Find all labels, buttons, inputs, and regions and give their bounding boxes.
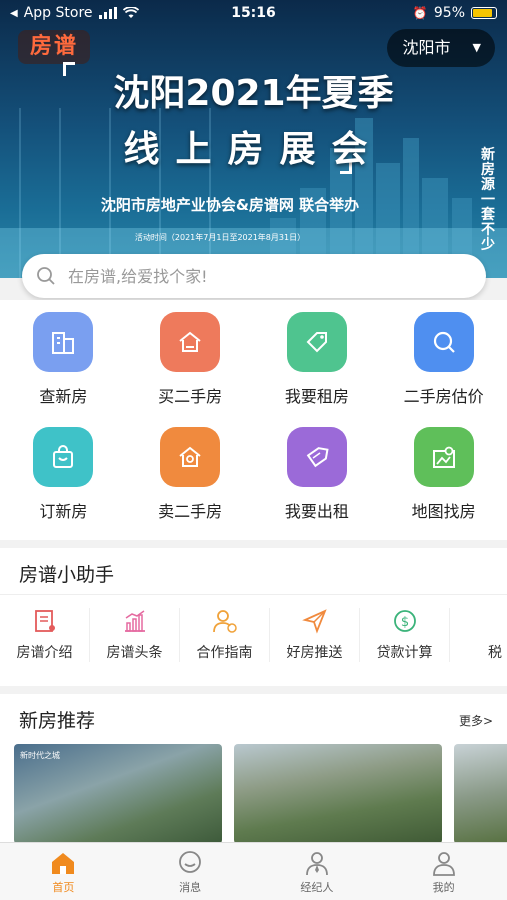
tag-icon (286, 312, 347, 372)
new-house-recommend: 新房推荐 更多> 新时代之城 (0, 694, 507, 844)
chat-bubble-icon (179, 851, 202, 873)
helper-item-label: 好房推送 (286, 645, 343, 661)
tab-label: 消息 (179, 881, 202, 894)
helper-section: 房谱小助手 房谱介绍 房谱头条 合作指南 好房推送 $ 贷款计算 税 (0, 548, 507, 686)
caret-down-icon: ▼ (472, 41, 481, 54)
battery-icon (471, 7, 497, 19)
city-label: 沈阳市 (402, 38, 451, 57)
agent-icon (305, 852, 328, 876)
banner-title-line1: 沈阳2021年夏季 (113, 73, 394, 114)
banner-side-text: 新房源一套不少 (481, 147, 495, 253)
section-title: 新房推荐 (19, 710, 96, 732)
menu-item-order-new[interactable]: 订新房 (0, 427, 127, 522)
tab-label: 经纪人 (300, 881, 334, 894)
dollar-icon: $ (393, 610, 416, 632)
house-search-icon (160, 427, 221, 487)
menu-item-label: 我要租房 (284, 387, 349, 406)
helper-item-loan[interactable]: $ 贷款计算 (360, 608, 451, 662)
card-tag: 新时代之城 (20, 751, 60, 760)
menu-item-rent-house[interactable]: 我要租房 (254, 312, 381, 407)
menu-item-map-search[interactable]: 地图找房 (380, 427, 507, 522)
search-bar[interactable] (22, 254, 486, 298)
helper-item-intro[interactable]: 房谱介绍 (0, 608, 91, 662)
menu-item-sell-secondhand[interactable]: 卖二手房 (127, 427, 254, 522)
menu-item-label: 买二手房 (158, 387, 223, 406)
menu-item-rent-out[interactable]: 我要出租 (254, 427, 381, 522)
app-logo[interactable]: 房谱 (18, 30, 90, 64)
helper-item-label: 房谱头条 (106, 645, 163, 661)
tab-bar: 首页 消息 经纪人 我的 (0, 842, 507, 900)
menu-item-valuation[interactable]: 二手房估价 (380, 312, 507, 407)
helper-item-label: 房谱介绍 (16, 645, 73, 661)
hero-banner[interactable]: ◀ App Store 15:16 ⏰ 95% 房谱 沈阳市 ▼ 沈阳2021年… (0, 0, 507, 278)
status-right: ⏰ 95% (413, 5, 497, 21)
banner-title-line2: 线上房展会 (123, 129, 384, 170)
helper-item-label: 贷款计算 (376, 645, 433, 661)
divider (0, 594, 507, 595)
map-icon (413, 427, 474, 487)
more-link[interactable]: 更多> (459, 712, 493, 729)
helper-item-guide[interactable]: 合作指南 (180, 608, 271, 662)
status-bar: ◀ App Store 15:16 ⏰ 95% (0, 0, 507, 28)
document-icon (34, 610, 55, 632)
menu-item-label: 查新房 (39, 387, 88, 406)
city-selector[interactable]: 沈阳市 ▼ (386, 29, 495, 67)
magnifier-icon (413, 312, 474, 372)
menu-item-buy-secondhand[interactable]: 买二手房 (127, 312, 254, 407)
menu-item-label: 订新房 (39, 502, 88, 521)
alarm-icon: ⏰ (412, 6, 428, 20)
chart-icon (124, 610, 145, 632)
menu-item-label: 卖二手房 (158, 502, 223, 521)
search-input[interactable] (68, 266, 448, 286)
helper-item-label: 合作指南 (196, 645, 253, 661)
tab-home[interactable]: 首页 (0, 843, 127, 900)
house-card[interactable]: 新时代之城 (14, 744, 222, 844)
svg-text:$: $ (400, 615, 408, 630)
tab-agent[interactable]: 经纪人 (254, 843, 381, 900)
shopping-bag-icon (33, 427, 94, 487)
quick-menu: 查新房 买二手房 我要租房 二手房估价 订新房 卖二手房 我要出租 地图找房 (0, 300, 507, 540)
search-icon (37, 267, 55, 285)
banner-date: 活动时间（2021年7月1日至2021年8月31日） (134, 233, 306, 242)
person-icon (212, 610, 237, 633)
battery-percent: 95% (433, 5, 465, 21)
building-icon (33, 312, 94, 372)
banner-organizers: 沈阳市房地产业协会&房谱网 联合举办 (100, 196, 360, 214)
tab-label: 首页 (52, 881, 75, 894)
home-icon (52, 853, 75, 874)
helper-item-push[interactable]: 好房推送 (270, 608, 361, 662)
house-card[interactable] (454, 744, 507, 844)
menu-item-label: 地图找房 (411, 502, 476, 521)
menu-item-label: 我要出租 (284, 502, 349, 521)
tab-messages[interactable]: 消息 (127, 843, 254, 900)
user-icon (432, 852, 455, 876)
helper-item-tax[interactable]: 税 (450, 608, 507, 662)
menu-item-new-house[interactable]: 查新房 (0, 312, 127, 407)
helper-item-headlines[interactable]: 房谱头条 (90, 608, 181, 662)
rent-tag-icon (286, 427, 347, 487)
section-title: 房谱小助手 (19, 564, 115, 586)
paper-plane-icon (301, 609, 327, 634)
tab-label: 我的 (432, 881, 455, 894)
tab-profile[interactable]: 我的 (380, 843, 507, 900)
menu-item-label: 二手房估价 (403, 387, 484, 406)
house-hand-icon (160, 312, 221, 372)
house-card[interactable] (234, 744, 442, 844)
helper-item-label: 税 (488, 645, 503, 661)
